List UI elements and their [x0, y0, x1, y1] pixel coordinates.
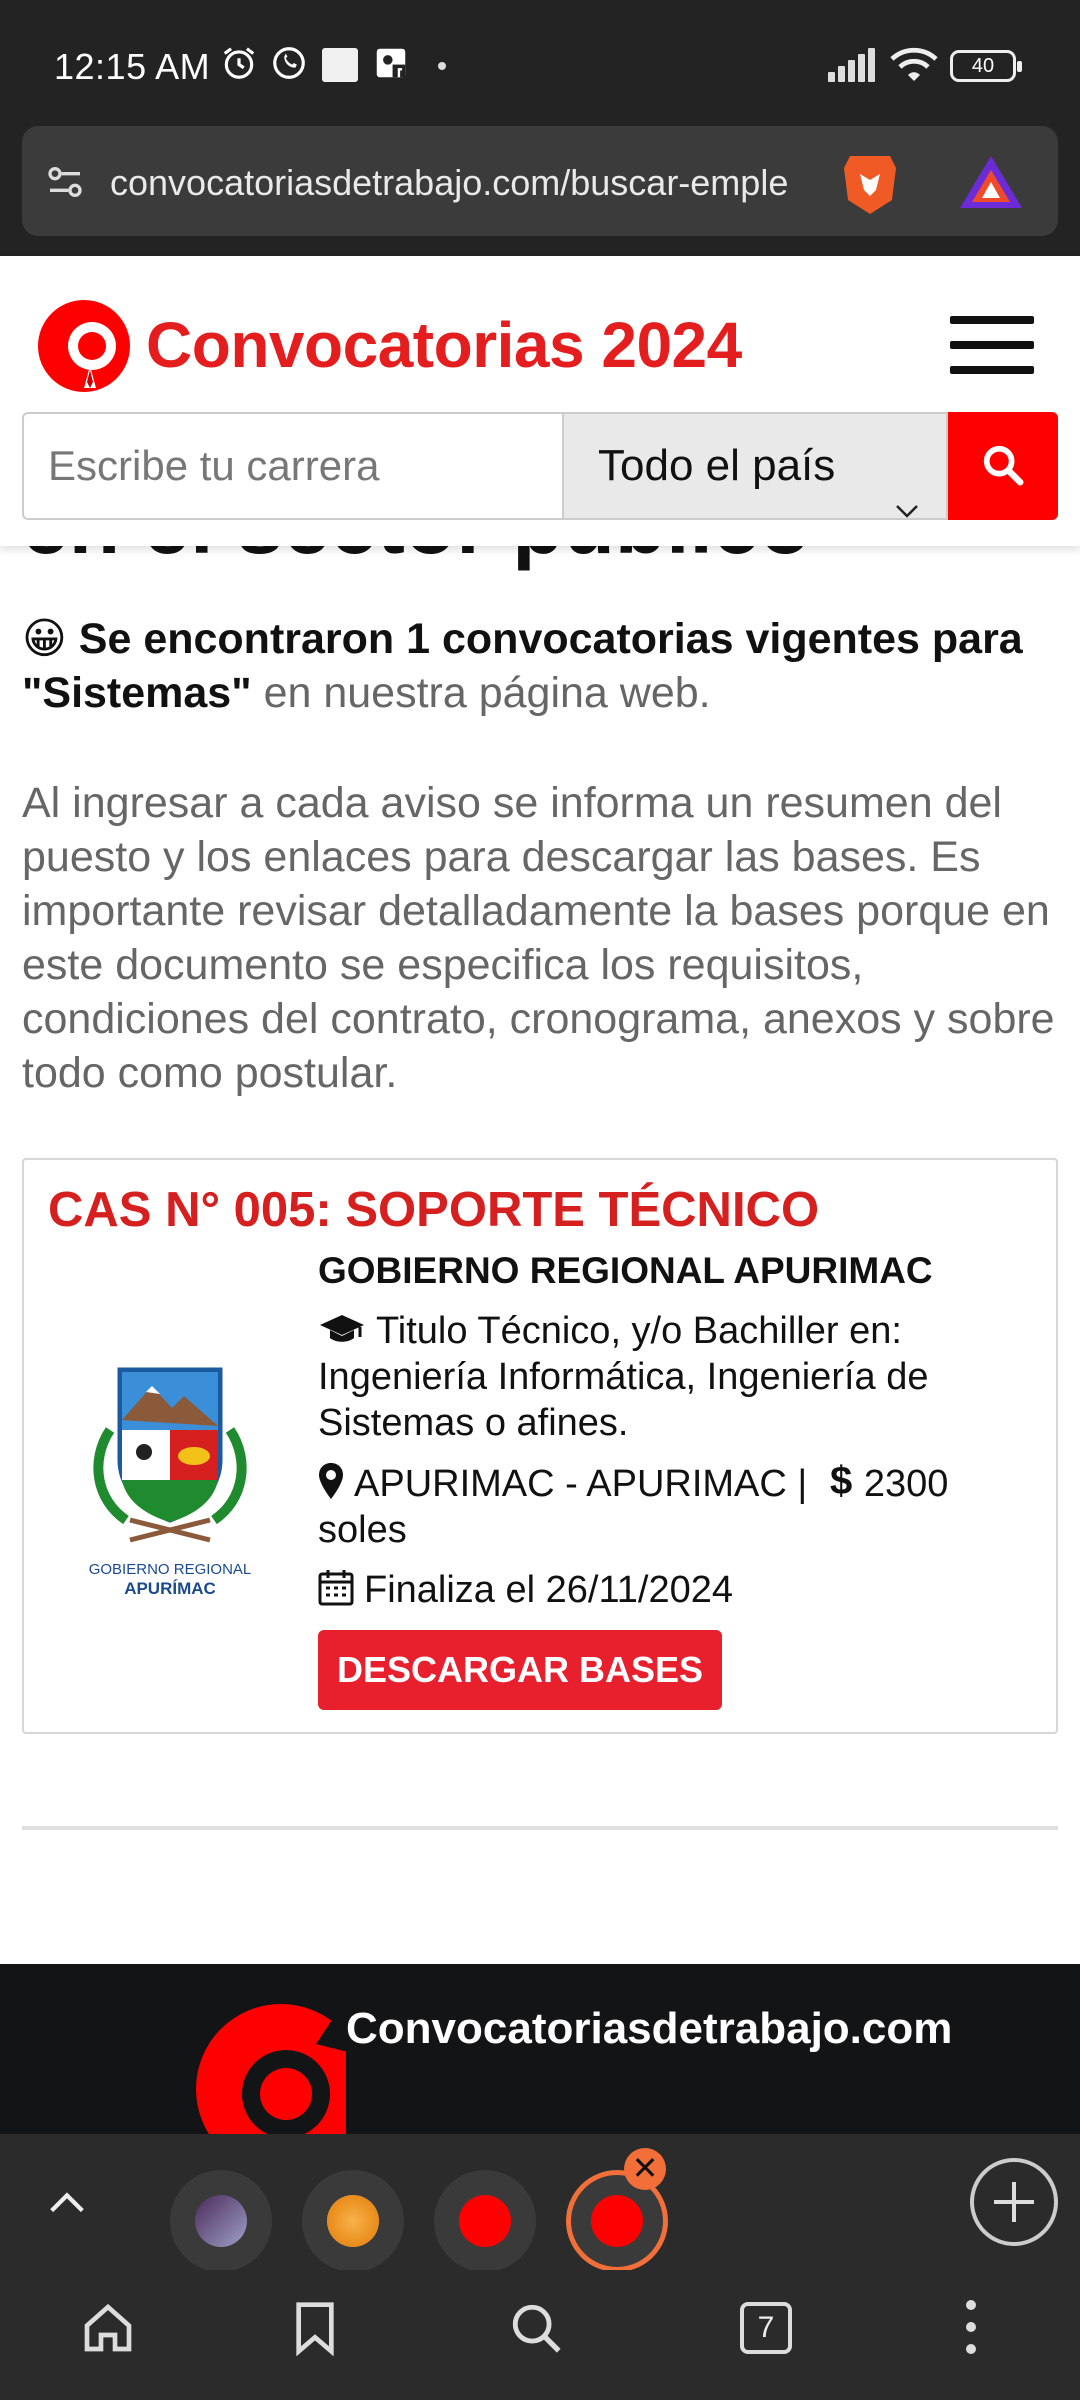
tab-3[interactable]	[434, 2170, 536, 2272]
signal-icon	[828, 46, 878, 82]
job-location-row: APURIMAC - APURIMAC | $2300 soles	[318, 1459, 1038, 1553]
country-select[interactable]: Todo el país	[562, 412, 948, 520]
tab-favicon-convocatorias-icon	[591, 2195, 643, 2247]
svg-text:$: $	[830, 1460, 852, 1500]
tab-strip: ✕	[0, 2134, 1080, 2272]
more-notifications-dot	[438, 62, 446, 70]
regional-government-emblem: GOBIERNO REGIONAL APURÍMAC	[80, 1360, 260, 1600]
dollar-icon: $	[830, 1459, 852, 1503]
status-time: 12:15 AM	[54, 46, 211, 87]
brave-rewards-icon[interactable]	[958, 154, 1024, 215]
footer-site-name[interactable]: Convocatoriasdetrabajo.com	[346, 2004, 952, 2054]
main-content: en el sector público 😀 Se encontraron 1 …	[0, 477, 1080, 1964]
url-text[interactable]: convocatoriasdetrabajo.com/buscar-emple	[110, 162, 830, 204]
emblem-caption-line2: APURÍMAC	[124, 1579, 216, 1598]
search-bar: Todo el país	[22, 412, 1058, 520]
job-requirement-row: Titulo Técnico, y/o Bachiller en: Ingeni…	[318, 1308, 1038, 1446]
close-tab-icon[interactable]: ✕	[624, 2148, 666, 2190]
site-header: Convocatorias 2024 Todo el país	[0, 256, 1080, 546]
address-bar[interactable]: convocatoriasdetrabajo.com/buscar-emple	[22, 126, 1058, 236]
search-icon[interactable]	[508, 2300, 566, 2363]
tabs-count-button[interactable]: 7	[740, 2302, 792, 2354]
footer-logo-icon	[196, 2004, 366, 2134]
alarm-icon	[220, 44, 258, 90]
status-bar: 12:15 AM 40	[0, 0, 1080, 120]
site-logo-icon[interactable]	[36, 290, 136, 400]
site-settings-icon[interactable]	[44, 162, 86, 207]
job-deadline: Finaliza el 26/11/2024	[364, 1569, 733, 1611]
new-tab-button[interactable]	[970, 2158, 1058, 2246]
graduation-cap-icon	[320, 1315, 364, 1342]
country-select-value: Todo el país	[598, 441, 836, 490]
more-options-icon[interactable]	[966, 2300, 976, 2356]
wifi-icon	[890, 46, 938, 89]
job-deadline-row: Finaliza el 26/11/2024	[318, 1567, 1038, 1613]
tab-1[interactable]	[170, 2170, 272, 2272]
search-button[interactable]	[948, 412, 1058, 520]
tab-2[interactable]	[302, 2170, 404, 2272]
tab-favicon-convocatorias-icon	[459, 2195, 511, 2247]
chevron-up-icon[interactable]	[44, 2180, 90, 2231]
facebook-page-icon	[372, 44, 410, 90]
browser-toolbar: convocatoriasdetrabajo.com/buscar-emple	[0, 120, 1080, 256]
notification-square-icon	[322, 48, 358, 82]
results-summary-rest: en nuestra página web.	[251, 669, 711, 717]
job-details: GOBIERNO REGIONAL APURIMAC Titulo Técnic…	[318, 1248, 1038, 1613]
job-title-link[interactable]: CAS N° 005: SOPORTE TÉCNICO	[48, 1182, 819, 1238]
calendar-icon	[318, 1570, 354, 1606]
site-footer: Convocatoriasdetrabajo.com	[0, 1964, 1080, 2134]
map-marker-icon	[319, 1463, 343, 1499]
info-paragraph: Al ingresar a cada aviso se informa un r…	[22, 779, 1055, 1097]
battery-icon: 40	[950, 50, 1022, 82]
results-summary: 😀 Se encontraron 1 convocatorias vigente…	[22, 612, 1062, 720]
tab-favicon-anime-icon	[195, 2195, 247, 2247]
job-requirement: Titulo Técnico, y/o Bachiller en: Ingeni…	[318, 1310, 929, 1444]
job-entity: GOBIERNO REGIONAL APURIMAC	[318, 1250, 933, 1291]
job-location: APURIMAC - APURIMAC |	[354, 1463, 808, 1505]
menu-button[interactable]	[950, 316, 1034, 374]
divider	[22, 1826, 1058, 1830]
whatsapp-icon	[270, 44, 308, 90]
emblem-caption-line1: GOBIERNO REGIONAL	[89, 1561, 252, 1578]
bookmark-icon[interactable]	[290, 2300, 340, 2361]
tab-favicon-orange-ball-icon	[327, 2195, 379, 2247]
chevron-down-icon	[894, 454, 920, 558]
grinning-face-icon: 😀	[22, 615, 67, 663]
bottom-navigation: 7	[0, 2270, 1080, 2400]
career-search-input[interactable]	[22, 412, 562, 520]
download-bases-button[interactable]: DESCARGAR BASES	[318, 1630, 722, 1710]
search-icon	[983, 445, 1024, 486]
site-brand-title[interactable]: Convocatorias 2024	[146, 308, 742, 382]
job-card: CAS N° 005: SOPORTE TÉCNICO GOBIERNO REG…	[22, 1158, 1058, 1734]
brave-shields-icon[interactable]	[840, 150, 900, 216]
home-icon[interactable]	[80, 2300, 136, 2361]
